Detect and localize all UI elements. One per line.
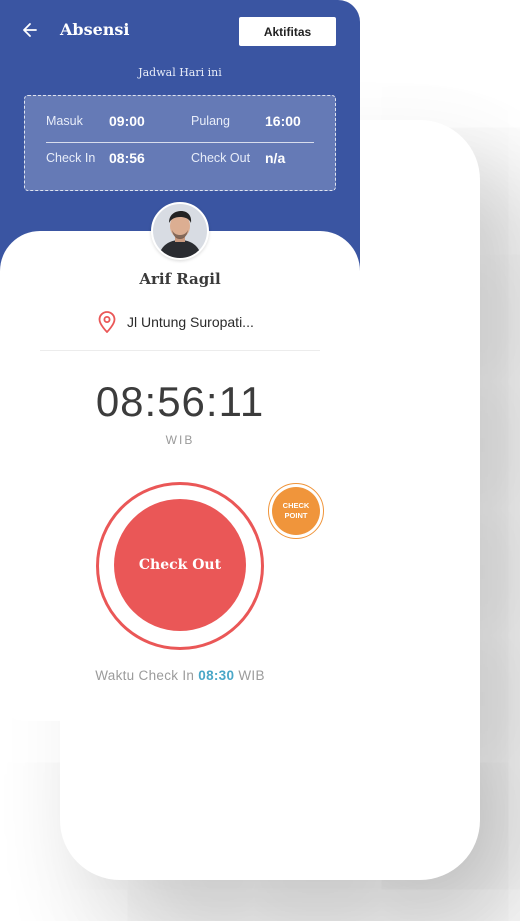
schedule-label: Jadwal Hari ini — [138, 66, 222, 79]
schedule-divider — [46, 142, 314, 143]
masuk-label: Masuk — [46, 114, 83, 128]
checkpoint-label-line1: CHECK — [282, 501, 310, 510]
arrow-left-icon — [23, 23, 37, 37]
schedule-box: Masuk 09:00 Pulang 16:00 Check In 08:56 … — [24, 95, 336, 191]
current-time: 08:56:11 — [95, 378, 265, 425]
schedule-row-actual: Check In 08:56 Check Out n/a — [25, 149, 335, 169]
checkin-info-prefix: Waktu Check In — [95, 668, 195, 683]
activity-button[interactable]: Aktifitas — [239, 17, 336, 46]
masuk-value: 09:00 — [109, 113, 145, 129]
page-title: Absensi — [60, 20, 130, 39]
phone-screen: Absensi Aktifitas Jadwal Hari ini Masuk … — [0, 0, 360, 721]
checkpoint-button[interactable]: CHECK POINT — [272, 487, 320, 535]
schedule-row-planned: Masuk 09:00 Pulang 16:00 — [25, 112, 335, 132]
location-text: Jl Untung Suropati... — [127, 314, 254, 330]
checkpoint-label-line2: POINT — [284, 511, 308, 520]
checkin-time-info: Waktu Check In 08:30 WIB — [0, 668, 360, 683]
back-button[interactable] — [18, 18, 42, 42]
user-avatar[interactable] — [151, 202, 209, 260]
checkout-button[interactable]: Check Out — [114, 499, 246, 631]
pulang-value: 16:00 — [265, 113, 301, 129]
checkin-info-time: 08:30 — [198, 668, 235, 683]
pulang-label: Pulang — [191, 114, 230, 128]
location-row[interactable]: Jl Untung Suropati... — [97, 310, 254, 334]
checkin-info-suffix: WIB — [238, 668, 265, 683]
map-pin-icon — [98, 311, 116, 333]
avatar-image — [153, 204, 207, 258]
section-divider — [40, 350, 320, 351]
checkin-label: Check In — [46, 151, 96, 165]
checkout-label: Check Out — [191, 151, 251, 165]
timezone-label: WIB — [165, 433, 195, 447]
checkout-value: n/a — [265, 150, 286, 166]
checkin-value: 08:56 — [109, 150, 145, 166]
user-name: Arif Ragil — [139, 270, 221, 288]
